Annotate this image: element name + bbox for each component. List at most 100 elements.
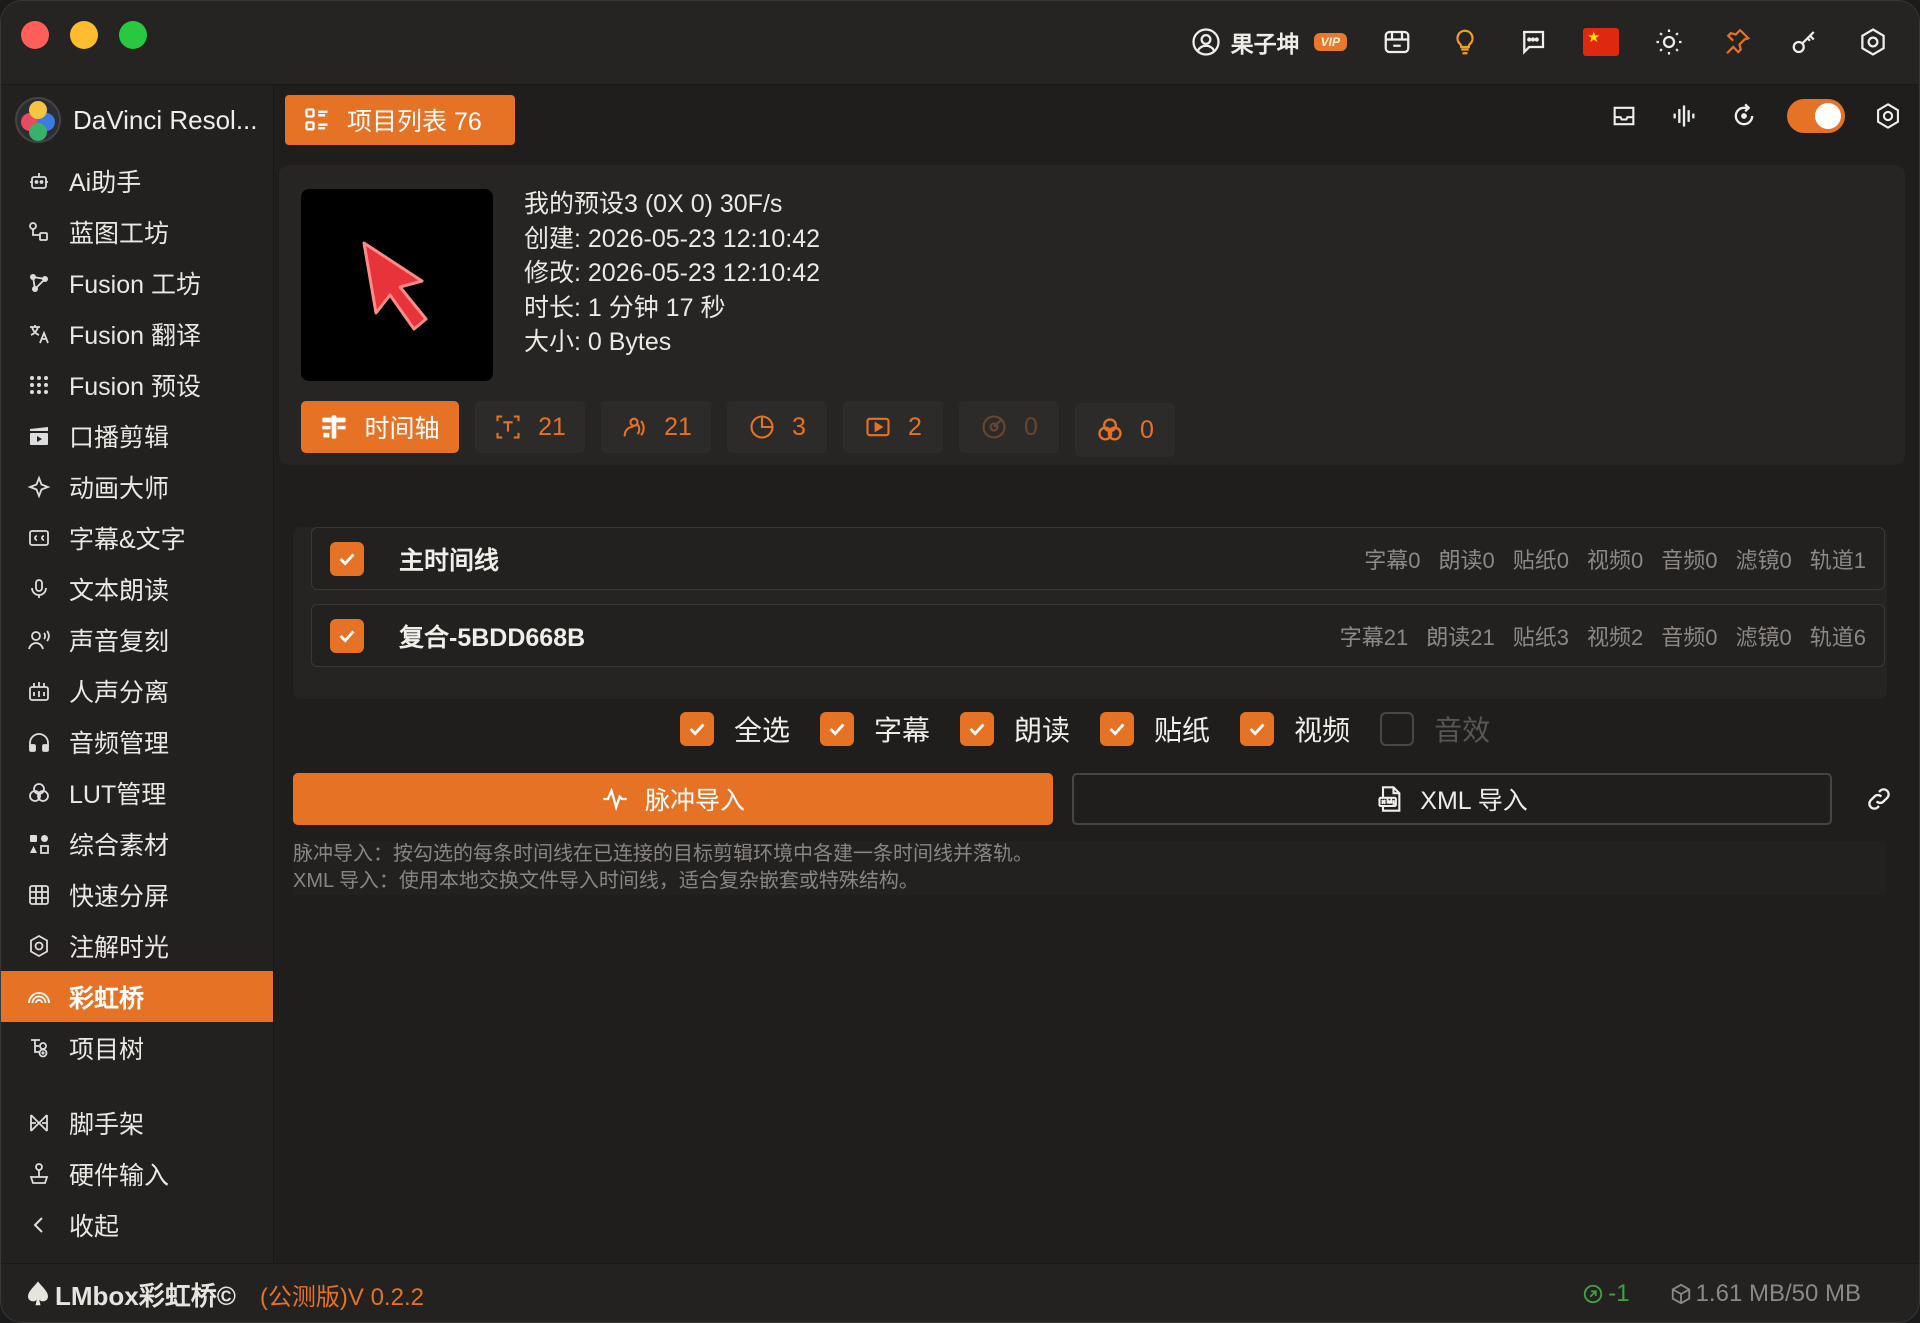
filter-checkbox[interactable]: [820, 712, 855, 746]
sidebar-item-fusion-workshop[interactable]: Fusion 工坊: [1, 257, 273, 308]
main-content: 项目列表 76 我的预设3 (0X 0) 30F/s 创建: 2026-05-2…: [275, 85, 1919, 1263]
narration-count-chip[interactable]: 21: [601, 401, 711, 453]
sidebar-item-ai-assistant[interactable]: Ai助手: [1, 155, 273, 206]
sticker-count-chip[interactable]: 3: [727, 401, 827, 453]
lightbulb-icon: [1456, 29, 1474, 55]
sidebar-item-assets[interactable]: 综合素材: [1, 818, 273, 869]
pulse-import-label: 脉冲导入: [644, 787, 745, 815]
sidebar-item-project-tree[interactable]: 项目树: [1, 1022, 273, 1073]
filter-sfx[interactable]: 音效: [1380, 709, 1490, 749]
status-bar: LMbox彩虹桥© (公测版)V 0.2.2 -1 1.61 MB/50 MB: [1, 1263, 1919, 1322]
sidebar-item-subtitles[interactable]: 字幕&文字: [1, 512, 273, 563]
timeline-row[interactable]: 复合-5BDD668B 字幕21 朗读21 贴纸3 视频2 音频0 滤镜0 轨道…: [311, 604, 1885, 667]
messages-button[interactable]: [1515, 24, 1551, 60]
bridge-toggle[interactable]: [1787, 99, 1845, 133]
memory-usage: 1.61 MB/50 MB: [1670, 1280, 1861, 1308]
sidebar-item-animation[interactable]: 动画大师: [1, 461, 273, 512]
close-window-button[interactable]: [21, 21, 49, 49]
sidebar-item-fusion-translate[interactable]: Fusion 翻译: [1, 308, 273, 359]
filter-checkbox[interactable]: [960, 712, 995, 746]
sidebar-item-fusion-preset[interactable]: Fusion 预设: [1, 359, 273, 410]
check-icon: [1109, 723, 1125, 736]
sidebar-item-label: 脚手架: [69, 1110, 145, 1139]
list-icon: [305, 108, 328, 131]
sidebar: DaVinci Resol... Ai助手 蓝图工坊 Fusion 工坊 Fus…: [1, 85, 274, 1263]
filter-subtitles[interactable]: 字幕: [820, 709, 930, 749]
tips-button[interactable]: [1447, 24, 1483, 60]
sidebar-item-label: Fusion 翻译: [69, 321, 201, 350]
project-thumbnail[interactable]: [301, 189, 493, 381]
maximize-window-button[interactable]: [119, 21, 147, 49]
filter-stickers[interactable]: 贴纸: [1100, 709, 1210, 749]
store-button[interactable]: [1379, 24, 1415, 60]
sidebar-item-talk-edit[interactable]: 口播剪辑: [1, 410, 273, 461]
inbox-button[interactable]: [1607, 99, 1641, 133]
connection-value: -1: [1608, 1280, 1630, 1307]
user-account[interactable]: 果子坤 VIP: [1191, 25, 1347, 59]
sun-icon: [1656, 29, 1682, 55]
brand: LMbox彩虹桥©: [23, 1276, 236, 1313]
panel-settings-button[interactable]: [1871, 99, 1905, 133]
audio-disc-icon: [982, 415, 1006, 439]
pulse-import-button[interactable]: 脉冲导入: [293, 773, 1053, 825]
language-button[interactable]: [1583, 24, 1619, 60]
app-selector[interactable]: DaVinci Resol...: [1, 85, 273, 155]
sidebar-item-lut-manager[interactable]: LUT管理: [1, 767, 273, 818]
filter-select-all[interactable]: 全选: [680, 709, 790, 749]
sidebar-item-rainbow-bridge[interactable]: 彩虹桥: [1, 971, 273, 1022]
timeline-checkbox[interactable]: [330, 618, 364, 653]
grid-icon: [25, 881, 53, 909]
connection-status[interactable]: -1: [1582, 1280, 1630, 1308]
xml-import-button[interactable]: XML 导入: [1072, 773, 1832, 825]
filter-count-chip[interactable]: 0: [1075, 403, 1175, 457]
sidebar-item-label: 声音复刻: [69, 627, 170, 656]
sidebar-item-annotation[interactable]: 注解时光: [1, 920, 273, 971]
sidebar-item-voice-clone[interactable]: 声音复刻: [1, 614, 273, 665]
theme-button[interactable]: [1651, 24, 1687, 60]
audio-wave-button[interactable]: [1667, 99, 1701, 133]
pin-button[interactable]: [1719, 24, 1755, 60]
link-button[interactable]: [1865, 785, 1895, 815]
sidebar-item-scaffold[interactable]: 脚手架: [1, 1097, 273, 1148]
sidebar-item-label: 注解时光: [69, 933, 170, 962]
preset-icon: [25, 371, 53, 399]
filter-label: 全选: [734, 715, 791, 746]
project-list-button[interactable]: 项目列表 76: [285, 95, 515, 145]
video-count-chip[interactable]: 2: [843, 401, 943, 453]
annotation-icon: [25, 932, 53, 960]
sidebar-item-audio-manager[interactable]: 音频管理: [1, 716, 273, 767]
sidebar-item-blueprint[interactable]: 蓝图工坊: [1, 206, 273, 257]
sidebar-item-hardware-input[interactable]: 硬件输入: [1, 1148, 273, 1199]
timeline-name: 主时间线: [399, 546, 500, 575]
check-icon: [339, 552, 355, 566]
sidebar-collapse-button[interactable]: 收起: [1, 1199, 273, 1250]
timeline-checkbox[interactable]: [330, 541, 364, 576]
filter-checkbox[interactable]: [1380, 712, 1415, 746]
filter-checkbox[interactable]: [680, 712, 714, 746]
minimize-window-button[interactable]: [70, 21, 98, 49]
audio-count-chip[interactable]: 0: [959, 401, 1059, 453]
sidebar-item-label: Fusion 预设: [69, 372, 201, 401]
color-circles-icon: [1098, 418, 1122, 441]
sidebar-item-vocal-separation[interactable]: 人声分离: [1, 665, 273, 716]
sidebar-item-label: 动画大师: [69, 474, 170, 503]
timeline-chip[interactable]: 时间轴: [301, 401, 459, 453]
timeline-stats: 字幕0 朗读0 贴纸0 视频0 音频0 滤镜0 轨道1: [1346, 543, 1866, 575]
filter-checkbox[interactable]: [1100, 712, 1135, 746]
filter-checkbox[interactable]: [1240, 712, 1275, 746]
license-button[interactable]: [1787, 24, 1823, 60]
settings-button[interactable]: [1855, 24, 1891, 60]
filter-videos[interactable]: 视频: [1240, 709, 1350, 749]
sidebar-item-label: 收起: [69, 1212, 120, 1241]
filter-narration[interactable]: 朗读: [960, 709, 1070, 749]
cube-icon: [1671, 1283, 1690, 1305]
subtitle-count-chip[interactable]: 21: [475, 401, 585, 453]
sidebar-item-split-screen[interactable]: 快速分屏: [1, 869, 273, 920]
timeline-stat: 视频0: [1587, 547, 1644, 573]
title-bar: 果子坤 VIP: [1, 1, 1919, 85]
refresh-button[interactable]: [1727, 99, 1761, 133]
timeline-stat: 字幕21: [1339, 624, 1409, 650]
sidebar-item-label: 项目树: [69, 1035, 145, 1064]
sidebar-item-tts[interactable]: 文本朗读: [1, 563, 273, 614]
timeline-row[interactable]: 主时间线 字幕0 朗读0 贴纸0 视频0 音频0 滤镜0 轨道1: [311, 527, 1885, 590]
